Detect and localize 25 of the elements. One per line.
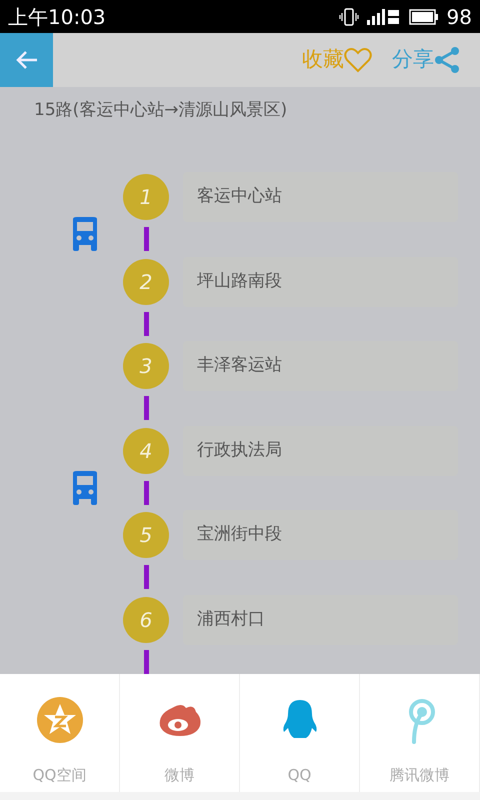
stop-card[interactable]: 客运中心站 — [183, 172, 458, 222]
stop-number: 6 — [123, 596, 169, 642]
route-title: 15路(客运中心站→清源山风景区) — [33, 99, 288, 122]
battery-icon — [408, 8, 439, 24]
star-badge-icon — [36, 696, 84, 744]
status-time: 上午10:03 — [8, 4, 106, 30]
stop-number: 2 — [123, 258, 169, 304]
heart-icon — [344, 47, 372, 73]
stop-number: 5 — [123, 512, 169, 558]
share-icon — [434, 46, 460, 74]
signal-icon — [366, 8, 401, 26]
back-arrow-icon — [14, 50, 38, 70]
battery-level: 98 — [446, 4, 472, 30]
vibrate-icon — [338, 8, 359, 26]
stop-number: 4 — [123, 428, 169, 474]
back-button[interactable] — [0, 33, 53, 87]
stop-card[interactable]: 宝洲街中段 — [183, 510, 458, 560]
stop-number: 3 — [123, 343, 169, 389]
share-option[interactable]: 微博 — [120, 674, 240, 792]
stop-card[interactable]: 坪山路南段 — [183, 256, 458, 306]
stop-card[interactable]: 丰泽客运站 — [183, 341, 458, 391]
stop-number: 1 — [123, 174, 169, 220]
stop-card[interactable]: 行政执法局 — [183, 426, 458, 476]
share-option[interactable]: QQ空间 — [0, 674, 120, 792]
stop-card[interactable]: 浦西村口 — [183, 594, 458, 644]
